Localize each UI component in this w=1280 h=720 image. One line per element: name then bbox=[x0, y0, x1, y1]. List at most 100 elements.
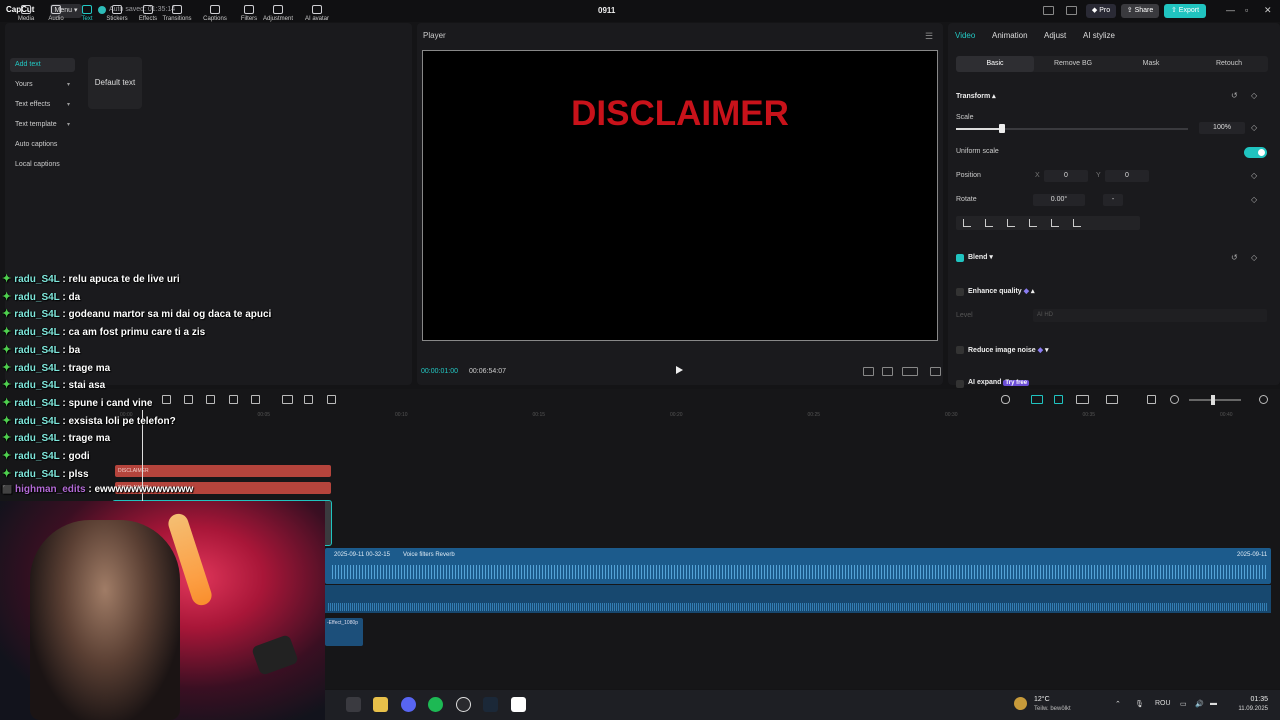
reduce-noise-heading[interactable]: Reduce image noise ◆ ▾ bbox=[968, 346, 1049, 354]
chat-text: da bbox=[68, 291, 81, 303]
export-button[interactable]: ⇧ Export bbox=[1164, 4, 1206, 18]
keyframe-icon[interactable]: ◇ bbox=[1251, 123, 1257, 132]
enhance-quality-heading[interactable]: Enhance quality ◆ ▴ bbox=[968, 287, 1035, 295]
rotate-input[interactable]: 0.00° bbox=[1033, 194, 1085, 206]
scale-input[interactable]: 100% bbox=[1199, 122, 1245, 134]
magnet-icon[interactable] bbox=[1054, 395, 1063, 404]
tool-adjustment[interactable]: Adjustment bbox=[261, 4, 295, 26]
shortcuts-icon[interactable] bbox=[1066, 6, 1077, 15]
sidebar-item-yours[interactable]: Yours ▾ bbox=[10, 78, 75, 92]
zoom-fit-icon[interactable] bbox=[882, 367, 893, 376]
player-menu-icon[interactable]: ☰ bbox=[925, 31, 933, 42]
display-icon[interactable]: ▭ bbox=[1180, 700, 1187, 708]
chain-icon[interactable] bbox=[1076, 395, 1089, 404]
ai-expand-checkbox[interactable] bbox=[956, 380, 964, 388]
default-text-preset[interactable]: Default text bbox=[88, 57, 142, 109]
align-center-v-icon[interactable] bbox=[1051, 219, 1059, 227]
align-top-icon[interactable] bbox=[1029, 219, 1037, 227]
spotify-icon[interactable] bbox=[428, 697, 443, 712]
keyframe-icon[interactable]: ◇ bbox=[1251, 171, 1257, 180]
zoom-out-icon[interactable] bbox=[1170, 395, 1179, 404]
keyframe-icon[interactable]: ◇ bbox=[1251, 91, 1257, 100]
close-icon[interactable]: ✕ bbox=[1264, 5, 1272, 16]
align-right-icon[interactable] bbox=[1007, 219, 1015, 227]
effect-clip[interactable]: -Effect_1080p bbox=[325, 618, 363, 646]
subtab-basic[interactable]: Basic bbox=[956, 56, 1034, 72]
tool-audio[interactable]: Audio bbox=[39, 4, 73, 26]
rotate-flip-button[interactable]: - bbox=[1103, 194, 1123, 206]
blend-heading[interactable]: Blend ▾ bbox=[968, 253, 993, 261]
tool-transitions[interactable]: Transitions bbox=[160, 4, 194, 26]
language-indicator[interactable]: ROU bbox=[1155, 700, 1171, 707]
tool-text[interactable]: Text bbox=[70, 4, 104, 26]
tool-media[interactable]: Media bbox=[9, 4, 43, 26]
tool-ai-avatar[interactable]: AI avatar bbox=[300, 4, 334, 26]
tray-chevron-icon[interactable]: ⌃ bbox=[1115, 700, 1121, 708]
track-settings-icon[interactable] bbox=[1147, 395, 1156, 404]
battery-icon[interactable]: ▬ bbox=[1210, 700, 1217, 707]
align-center-h-icon[interactable] bbox=[985, 219, 993, 227]
reduce-noise-checkbox[interactable] bbox=[956, 346, 964, 354]
uniform-scale-toggle[interactable] bbox=[1244, 147, 1267, 158]
fullscreen-icon[interactable] bbox=[930, 367, 941, 376]
microphone-icon[interactable] bbox=[1001, 395, 1010, 404]
project-name[interactable]: 0911 bbox=[598, 6, 615, 15]
layout-icon[interactable] bbox=[1043, 6, 1054, 15]
discord-icon[interactable] bbox=[401, 697, 416, 712]
level-label: Level bbox=[956, 312, 973, 319]
file-explorer-icon[interactable] bbox=[373, 697, 388, 712]
minimize-icon[interactable]: — bbox=[1226, 5, 1235, 15]
subtab-remove-bg[interactable]: Remove BG bbox=[1034, 56, 1112, 72]
obs-icon[interactable] bbox=[456, 697, 471, 712]
sidebar-item-text-template[interactable]: Text template ▾ bbox=[10, 118, 75, 132]
sidebar-label: Text effects bbox=[15, 101, 51, 108]
tab-video[interactable]: Video bbox=[955, 31, 975, 40]
tab-adjust[interactable]: Adjust bbox=[1044, 31, 1066, 40]
sidebar-item-auto-captions[interactable]: Auto captions bbox=[10, 138, 75, 152]
position-y-input[interactable]: 0 bbox=[1105, 170, 1149, 182]
volume-icon[interactable]: 🔊 bbox=[1195, 700, 1204, 708]
app-icon[interactable] bbox=[346, 697, 361, 712]
subtab-retouch[interactable]: Retouch bbox=[1190, 56, 1268, 72]
zoom-slider-handle[interactable] bbox=[1211, 395, 1215, 405]
tab-ai-stylize[interactable]: AI stylize bbox=[1083, 31, 1115, 40]
ai-expand-heading[interactable]: AI expand Try free bbox=[968, 379, 1030, 386]
tool-captions[interactable]: Captions bbox=[198, 4, 232, 26]
steam-icon[interactable] bbox=[483, 697, 498, 712]
align-left-icon[interactable] bbox=[963, 219, 971, 227]
align-bottom-icon[interactable] bbox=[1073, 219, 1081, 227]
zoom-slider[interactable] bbox=[1189, 399, 1241, 401]
share-button[interactable]: ⇪ Share bbox=[1121, 4, 1159, 18]
tool-stickers[interactable]: Stickers bbox=[100, 4, 134, 26]
level-select[interactable]: AI HD bbox=[1033, 309, 1267, 322]
keyframe-icon[interactable]: ◇ bbox=[1251, 253, 1257, 262]
scale-slider-handle[interactable] bbox=[999, 124, 1006, 133]
zoom-in-icon[interactable] bbox=[1259, 395, 1268, 404]
blend-checkbox[interactable] bbox=[956, 254, 964, 262]
sidebar-item-local-captions[interactable]: Local captions bbox=[10, 158, 75, 172]
sidebar-item-add-text[interactable]: Add text bbox=[10, 58, 75, 72]
reset-icon[interactable]: ↺ bbox=[1231, 253, 1238, 262]
sidebar-item-text-effects[interactable]: Text effects ▾ bbox=[10, 98, 75, 112]
ratio-icon[interactable] bbox=[863, 367, 874, 376]
transform-heading[interactable]: Transform ▴ bbox=[956, 92, 996, 100]
chat-text: stai asa bbox=[68, 380, 106, 392]
align-toolbar bbox=[956, 216, 1140, 230]
capcut-icon[interactable] bbox=[511, 697, 526, 712]
subtab-mask[interactable]: Mask bbox=[1112, 56, 1190, 72]
audio-clip-date: 2025-09-11 00-32-15 bbox=[334, 552, 390, 558]
chat-separator: : bbox=[59, 433, 69, 445]
tab-animation[interactable]: Animation bbox=[992, 31, 1028, 40]
mic-tray-icon[interactable]: 🎙 bbox=[1135, 700, 1144, 708]
preview-axis-icon[interactable] bbox=[1106, 395, 1118, 404]
enhance-quality-checkbox[interactable] bbox=[956, 288, 964, 296]
maximize-icon[interactable]: ▫ bbox=[1245, 5, 1248, 15]
reset-icon[interactable]: ↺ bbox=[1231, 91, 1238, 100]
play-icon[interactable] bbox=[676, 366, 683, 374]
keyframe-icon[interactable]: ◇ bbox=[1251, 195, 1257, 204]
position-x-input[interactable]: 0 bbox=[1044, 170, 1088, 182]
weather-icon[interactable] bbox=[1014, 697, 1027, 710]
quality-icon[interactable] bbox=[902, 367, 918, 376]
link-icon[interactable] bbox=[1031, 395, 1043, 404]
pro-button[interactable]: ◆ Pro bbox=[1086, 4, 1116, 18]
